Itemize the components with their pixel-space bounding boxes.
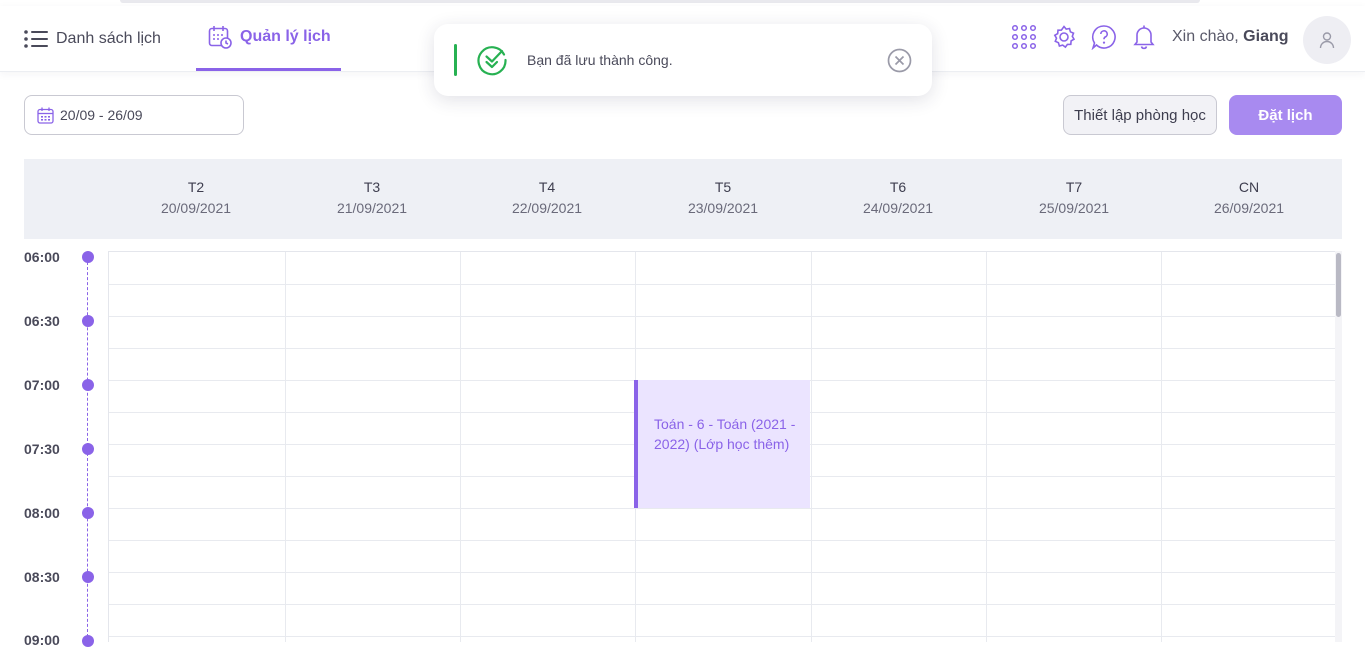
day-header: T6 24/09/2021 xyxy=(810,179,986,216)
day-name: T3 xyxy=(363,179,381,195)
apps-grid-icon[interactable] xyxy=(1011,24,1037,50)
nav-schedule-manage-label: Quản lý lịch xyxy=(240,28,331,45)
day-name: T2 xyxy=(187,179,205,195)
scrollbar-thumb[interactable] xyxy=(1336,253,1341,317)
time-label: 06:00 xyxy=(24,249,60,265)
grid-row-line xyxy=(109,572,1336,573)
day-date: 25/09/2021 xyxy=(1038,200,1110,216)
day-date: 23/09/2021 xyxy=(687,200,759,216)
time-dot xyxy=(82,251,94,263)
grid-row-line xyxy=(109,316,1336,317)
nav-schedule-list-label: Danh sách lịch xyxy=(56,30,161,47)
day-name: T7 xyxy=(1065,179,1083,195)
grid-row-line xyxy=(109,508,1336,509)
day-date: 22/09/2021 xyxy=(511,200,583,216)
time-dot xyxy=(82,379,94,391)
time-label: 06:30 xyxy=(24,313,60,329)
calendar-header: T2 20/09/2021 T3 21/09/2021 T4 22/09/202… xyxy=(24,159,1342,239)
grid-column-line xyxy=(285,252,286,642)
browser-bar xyxy=(120,0,1200,3)
grid-column-line xyxy=(811,252,812,642)
day-header: CN 26/09/2021 xyxy=(1161,179,1337,216)
day-date: 24/09/2021 xyxy=(862,200,934,216)
book-schedule-button[interactable]: Đặt lịch xyxy=(1229,95,1342,135)
day-header: T7 25/09/2021 xyxy=(986,179,1162,216)
toast-accent-bar xyxy=(454,44,457,76)
grid-column-line xyxy=(986,252,987,642)
calendar-icon xyxy=(37,107,54,124)
day-name: CN xyxy=(1238,179,1260,195)
time-dot xyxy=(82,635,94,647)
bell-icon[interactable] xyxy=(1131,24,1157,50)
time-label: 09:00 xyxy=(24,632,60,648)
time-dot xyxy=(82,443,94,455)
grid-row-line xyxy=(109,636,1336,637)
success-toast: Bạn đã lưu thành công. xyxy=(434,24,932,96)
calendar-clock-icon xyxy=(208,26,232,49)
nav-schedule-manage[interactable]: Quản lý lịch xyxy=(196,6,341,71)
greeting-text: Xin chào, xyxy=(1172,28,1239,45)
date-range-picker[interactable]: 20/09 - 26/09 xyxy=(24,95,244,135)
grid-row-line xyxy=(109,604,1336,605)
toast-message: Bạn đã lưu thành công. xyxy=(527,52,673,68)
time-dot xyxy=(82,507,94,519)
check-circle-icon xyxy=(477,46,507,76)
user-name: Giang xyxy=(1243,28,1289,45)
grid-row-line xyxy=(109,348,1336,349)
grid-row-line xyxy=(109,284,1336,285)
day-date: 26/09/2021 xyxy=(1213,200,1285,216)
date-range-value: 20/09 - 26/09 xyxy=(60,107,143,123)
time-dot xyxy=(82,315,94,327)
day-header: T5 23/09/2021 xyxy=(635,179,811,216)
time-dot xyxy=(82,571,94,583)
day-name: T6 xyxy=(889,179,907,195)
day-name: T4 xyxy=(538,179,556,195)
close-icon[interactable] xyxy=(887,48,912,73)
avatar[interactable] xyxy=(1303,16,1351,64)
nav-schedule-list[interactable]: Danh sách lịch xyxy=(24,6,161,72)
user-greeting: Xin chào, Giang xyxy=(1172,28,1289,46)
day-date: 20/09/2021 xyxy=(160,200,232,216)
user-icon xyxy=(1319,32,1335,49)
help-icon[interactable] xyxy=(1091,24,1117,50)
day-date: 21/09/2021 xyxy=(336,200,408,216)
day-header: T2 20/09/2021 xyxy=(108,179,284,216)
schedule-event[interactable]: Toán - 6 - Toán (2021 - 2022) (Lớp học t… xyxy=(634,380,810,508)
grid-column-line xyxy=(1161,252,1162,642)
day-name: T5 xyxy=(714,179,732,195)
list-icon xyxy=(24,30,48,48)
time-label: 08:00 xyxy=(24,505,60,521)
grid-row-line xyxy=(109,540,1336,541)
grid-column-line xyxy=(460,252,461,642)
time-label: 07:30 xyxy=(24,441,60,457)
day-header: T3 21/09/2021 xyxy=(284,179,460,216)
settings-icon[interactable] xyxy=(1051,24,1077,50)
time-label: 08:30 xyxy=(24,569,60,585)
time-label: 07:00 xyxy=(24,377,60,393)
room-setup-button[interactable]: Thiết lập phòng học xyxy=(1063,95,1217,135)
day-header: T4 22/09/2021 xyxy=(459,179,635,216)
event-title: Toán - 6 - Toán (2021 - 2022) (Lớp học t… xyxy=(654,416,796,452)
